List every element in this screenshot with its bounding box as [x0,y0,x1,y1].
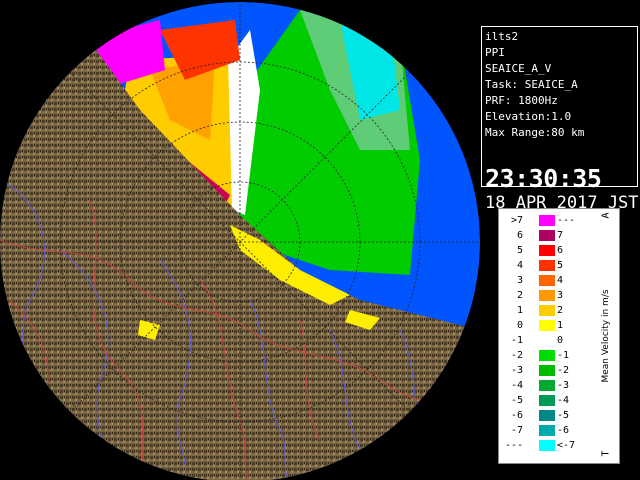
legend-upper-label: -3 [557,380,570,391]
legend-swatch [539,275,555,286]
legend-lower-label: 0 [516,320,523,331]
legend-swatch [539,290,555,301]
radar-ppi-map [0,0,480,480]
legend-swatch [539,380,555,391]
legend-lower-label: -3 [510,365,523,376]
legend-bottom-mark: T [600,450,612,457]
legend-lower-label: >7 [510,215,523,226]
legend-swatch [539,350,555,361]
legend-lower-label: 6 [516,230,523,241]
info-panel: ilts2 PPI SEAICE_A_V Task: SEAICE_A PRF:… [481,26,639,213]
legend-swatch [539,320,555,331]
legend-upper-label: -5 [557,410,570,421]
legend-lower-label: 2 [516,290,523,301]
scan-time: 23:30:35 [485,164,602,193]
product-type: PPI [485,46,505,59]
legend-upper-label: 5 [557,260,564,271]
legend-upper-label: 6 [557,245,564,256]
legend-upper-label: <-7 [557,440,576,451]
legend-lower-label: 4 [516,260,523,271]
legend-upper-label: -2 [557,365,570,376]
legend-swatch [539,245,555,256]
elevation-value: Elevation:1.0 [485,110,572,123]
task-name: Task: SEAICE_A [485,78,578,91]
legend-upper-label: -1 [557,350,570,361]
legend-swatch [539,410,555,421]
legend-lower-label: -7 [510,425,523,436]
legend-lower-label: -4 [510,380,523,391]
station-name: ilts2 [485,30,519,43]
legend-swatch [539,425,555,436]
prf-value: PRF: 1800Hz [485,94,558,107]
legend-swatch [539,395,555,406]
legend-title: Mean Velocity in m/s [601,289,611,383]
legend-lower-label: -1 [510,335,523,346]
legend-lower-label: -2 [510,350,523,361]
legend-lower-label: 1 [516,305,523,316]
legend-upper-label: 7 [557,230,564,241]
legend-top-mark: A [600,212,612,219]
legend-swatch [539,215,555,226]
legend-upper-label: 4 [557,275,564,286]
legend-swatch [539,305,555,316]
legend-lower-label: 5 [516,245,523,256]
legend-upper-label: 1 [557,320,564,331]
legend-upper-label: -6 [557,425,570,436]
legend-swatch [539,230,555,241]
max-range-value: Max Range:80 km [485,126,585,139]
legend-swatch [539,335,555,346]
legend-lower-label: 3 [516,275,523,286]
legend-swatch [539,260,555,271]
legend-swatch [539,365,555,376]
legend-upper-label: --- [557,215,576,226]
legend-lower-label: -6 [510,410,523,421]
legend-lower-label: -5 [510,395,523,406]
legend-swatch [539,440,555,451]
legend-upper-label: -4 [557,395,570,406]
legend-upper-label: 3 [557,290,564,301]
legend-lower-label: --- [504,440,523,451]
legend-upper-label: 2 [557,305,564,316]
moment-name: SEAICE_A_V [485,62,552,75]
legend-upper-label: 0 [557,335,564,346]
